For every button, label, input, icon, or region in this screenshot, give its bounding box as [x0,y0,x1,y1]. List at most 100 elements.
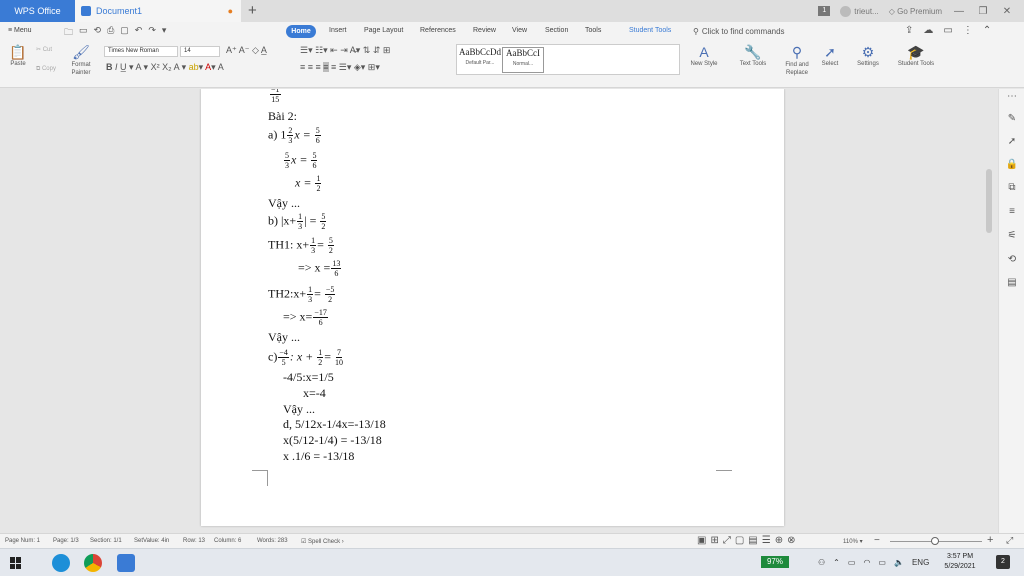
wps-writer-icon[interactable] [117,554,135,572]
user-account[interactable]: trieut... [840,5,879,17]
view-mode-icons[interactable]: ▣⊞⤢▢▤☰⊕⊗ [697,535,799,546]
list-buttons[interactable]: ☰▾ ☷▾ ⇤ ⇥ A̶▾ ⇅ ⇵ ⊞ [300,45,390,56]
edit-shape-icon[interactable]: ⧉ [1005,182,1019,193]
cut-button[interactable]: ✂ Cut [36,46,52,53]
windows-taskbar: 97% ⚇ ⌃ ▭ ◠ ▭ 🔈 ENG 3:57 PM 5/29/2021 2 [0,548,1024,576]
doc-line-th2: TH2:x+ 1 3 = −5 2 [268,285,336,304]
frac-num: 1 [310,236,317,246]
tab-insert[interactable]: Insert [329,27,347,34]
tab-review[interactable]: Review [473,27,496,34]
volume-icon[interactable]: 🔈 [894,558,904,567]
paste-button[interactable]: 📋 Paste [6,43,30,67]
tab-document1[interactable]: Document1 ● [75,0,241,22]
select-button[interactable]: ➚ Select [816,43,844,67]
zoom-level[interactable]: 110% ▾ [843,538,863,545]
more-icon[interactable]: ⋮ [963,25,973,36]
status-row[interactable]: Row: 13 [183,538,205,544]
font-size-buttons[interactable]: A⁺ A⁻ ◇ A̲ [226,45,267,56]
doc-text: => x = [298,260,331,275]
windows-start-icon[interactable] [10,557,22,569]
style-normal[interactable]: AaBbCcI Normal... [502,47,544,73]
document-page[interactable]: −1 15 Bài 2: a) 123x = 56 53x = 56 x = 12… [201,89,784,526]
tab-references[interactable]: References [420,27,456,34]
print-preview-icon[interactable]: ▢ [120,25,129,41]
font-size-select[interactable]: 14 [180,46,220,57]
paragraph-buttons[interactable]: ≡ ≡ ≡ ≡ ≡ ☰▾ ◈▾ ⊞▾ [300,62,380,73]
zoom-slider-handle[interactable] [931,537,939,545]
go-premium-button[interactable]: ◇ Go Premium [889,7,942,16]
clock[interactable]: 3:57 PM 5/29/2021 [940,552,980,572]
wifi-icon[interactable]: ◠ [863,558,870,567]
chevron-up-icon[interactable]: ⌃ [833,558,840,567]
spell-check-label: Spell Check [308,539,341,545]
tray-app-icon[interactable]: ▭ [848,558,856,567]
export-icon[interactable]: ⟲ [94,25,102,41]
menu-button[interactable]: ≡ Menu [8,27,32,34]
tab-wps-office[interactable]: WPS Office [0,0,75,22]
tab-home[interactable]: Home [286,25,316,38]
tab-page-layout[interactable]: Page Layout [364,27,403,34]
status-page-num[interactable]: Page Num: 1 [5,538,40,544]
open-icon[interactable]: 🗀 [64,25,73,41]
customize-icon[interactable]: ▾ [162,25,167,41]
font-name-select[interactable]: Times New Roman [104,46,178,57]
share-icon[interactable]: ⇪ [905,25,913,36]
window-count-badge[interactable]: 1 [818,6,831,16]
settings-button[interactable]: ⚙ Settings [852,43,884,67]
command-search[interactable]: ⚲ Click to find commands [693,27,785,36]
fullscreen-icon[interactable]: ⤢ [1006,535,1013,546]
minimize-icon[interactable]: — [952,6,966,17]
new-style-button[interactable]: A New Style [686,43,722,67]
settings-icon: ⚙ [861,44,875,60]
tab-student-tools[interactable]: Student Tools [629,27,671,34]
pen-icon[interactable]: ✎ [1005,113,1019,124]
notification-center-icon[interactable]: 2 [996,555,1010,569]
student-tools-button[interactable]: 🎓 Student Tools [892,43,940,67]
paragraph-icon[interactable]: ≡ [1005,206,1019,217]
print-icon[interactable]: ⎙ [107,25,114,41]
backup-icon[interactable]: ▤ [1005,277,1019,288]
comment-icon[interactable]: ▭ [943,25,952,36]
text-tools-button[interactable]: 🔧 Text Tools [734,43,772,67]
status-set-value[interactable]: SetValue: 4in [134,538,169,544]
restore-icon[interactable]: ❐ [976,6,990,17]
input-language[interactable]: ENG [912,558,929,567]
font-style-buttons[interactable]: B I U̲ ▾ A ▾ X² X₂ A ▾ ab▾ A▾ A [106,62,224,73]
find-replace-button[interactable]: ⚲ Find and Replace [780,43,814,77]
pointer-icon[interactable]: ➚ [1005,136,1019,147]
zoom-in-icon[interactable]: + [987,534,993,546]
close-icon[interactable]: ✕ [1000,6,1014,17]
tab-view[interactable]: View [512,27,527,34]
undo-icon[interactable]: ↶ [135,25,143,41]
scrollbar-thumb[interactable] [986,169,992,233]
style-default-paragraph[interactable]: AaBbCcDd Default Par... [459,47,501,73]
tab-section[interactable]: Section [545,27,568,34]
panel-collapse-icon[interactable]: ⋯ [1005,91,1019,102]
save-icon[interactable]: ▭ [79,25,88,41]
battery-indicator[interactable]: 97% [761,556,789,568]
copy-button[interactable]: ⧉ Copy [36,66,56,73]
vertical-scrollbar[interactable] [985,89,993,533]
people-icon[interactable]: ⚇ [818,558,825,567]
adjust-icon[interactable]: ⚟ [1005,230,1019,241]
edge-icon[interactable] [52,554,70,572]
zoom-out-icon[interactable]: − [874,535,880,546]
status-page[interactable]: Page: 1/3 [53,538,79,544]
new-tab-button[interactable]: + [248,2,257,19]
status-section[interactable]: Section: 1/1 [90,538,122,544]
battery-icon[interactable]: ▭ [878,558,886,567]
spell-check-button[interactable]: ☑ Spell Check › [301,538,344,545]
lock-icon[interactable]: 🔒 [1005,159,1019,170]
frac-den: 6 [318,318,323,327]
format-painter-button[interactable]: 🖌 Format Painter [68,43,94,77]
tab-tools[interactable]: Tools [585,27,601,34]
doc-text: x = [291,152,308,167]
redo-icon[interactable]: ↷ [148,25,156,41]
collapse-ribbon-icon[interactable]: ⌃ [983,25,991,36]
style-normal-preview: AaBbCcI [506,48,540,58]
status-column[interactable]: Column: 6 [214,538,241,544]
chrome-icon[interactable] [84,554,102,572]
sync-icon[interactable]: ☁ [923,25,933,36]
history-icon[interactable]: ⟲ [1005,254,1019,265]
status-words[interactable]: Words: 283 [257,538,288,544]
